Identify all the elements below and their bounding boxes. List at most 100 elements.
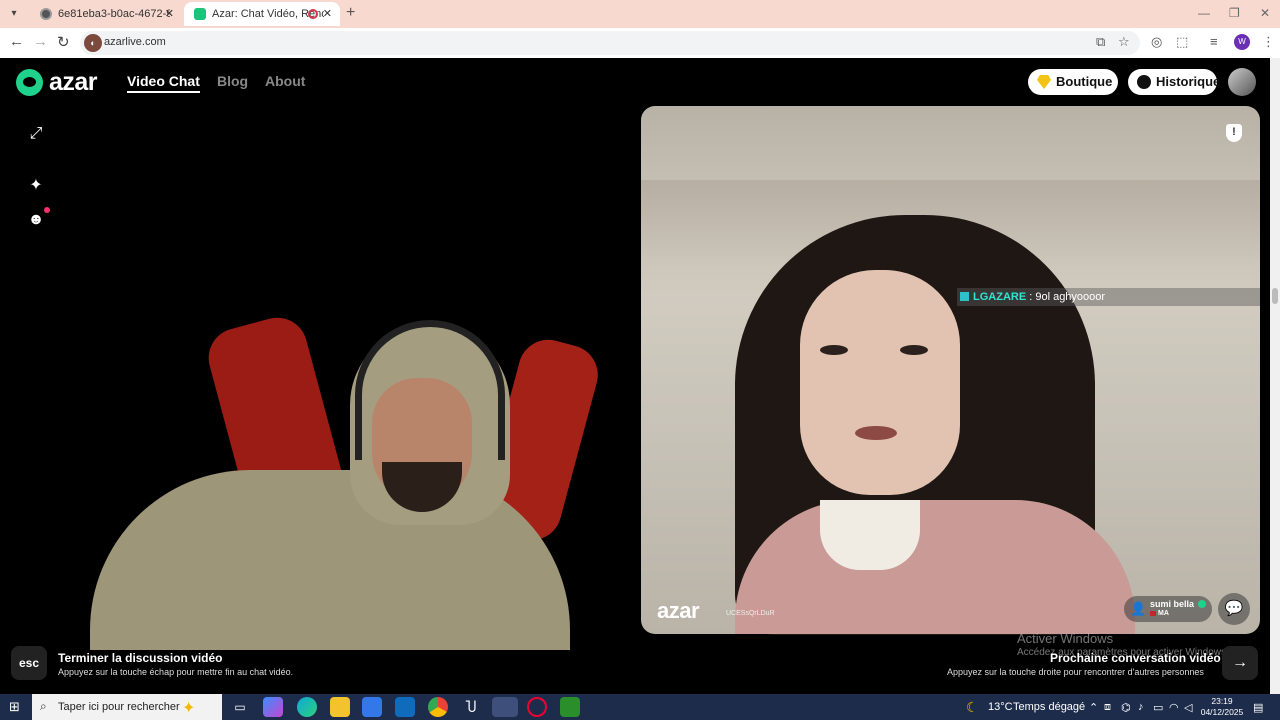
azar-logo-text[interactable]: azar xyxy=(49,68,98,97)
report-shield-icon[interactable]: ! xyxy=(1226,124,1242,142)
partner-video-eye xyxy=(820,345,848,355)
clock-date: 04/12/2025 xyxy=(1200,707,1244,717)
clock-time: 23:19 xyxy=(1211,696,1233,706)
url-text: azarlive.com xyxy=(104,36,166,48)
edge-icon[interactable] xyxy=(297,697,317,717)
notification-dot xyxy=(44,207,50,213)
partner-video-top xyxy=(735,500,1135,634)
tray-chevron-icon[interactable]: ⌃ xyxy=(1089,701,1098,714)
sticker-face-icon[interactable]: ☻ xyxy=(27,211,45,229)
tab-close-icon[interactable]: ✕ xyxy=(323,2,332,26)
chat-bubble-icon[interactable]: 💬 xyxy=(1218,593,1250,625)
recording-icon xyxy=(308,9,318,19)
notifications-icon[interactable]: ▤ xyxy=(1253,701,1263,714)
install-app-icon[interactable]: ⧉ xyxy=(1096,34,1105,50)
clock-icon xyxy=(1137,75,1151,89)
tab-close-icon[interactable]: ✕ xyxy=(165,2,174,26)
microphone-icon[interactable]: ♪ xyxy=(1138,701,1144,713)
chrome-icon[interactable] xyxy=(428,697,448,717)
page-scrollbar[interactable] xyxy=(1270,58,1280,694)
chat-text: : 9ol aghyoooor xyxy=(1026,291,1106,303)
partner-video-mouth xyxy=(855,426,897,440)
nav-about[interactable]: About xyxy=(265,73,305,89)
minimize-icon[interactable]: — xyxy=(1198,6,1210,20)
new-tab-icon[interactable]: + xyxy=(346,4,355,22)
volume-icon[interactable]: ◁ xyxy=(1184,701,1192,714)
azar-favicon-icon xyxy=(194,8,206,20)
tab-favicon-icon xyxy=(40,8,52,20)
sparkle-effects-icon[interactable]: ✦ xyxy=(27,177,45,195)
task-view-icon[interactable]: ▭ xyxy=(230,697,250,717)
chat-message: LGAZARE : 9ol aghyoooor xyxy=(957,288,1260,306)
outlook-icon[interactable] xyxy=(395,697,415,717)
nav-video-chat[interactable]: Video Chat xyxy=(127,73,200,93)
historique-label: Historique xyxy=(1156,74,1221,89)
profile-avatar[interactable]: W xyxy=(1234,34,1250,50)
activate-windows-title: Activer Windows xyxy=(1017,631,1114,646)
translate-badge-icon xyxy=(960,292,969,301)
verified-badge-icon xyxy=(1198,600,1206,608)
expand-icon[interactable]: ⤢ xyxy=(27,125,45,143)
user-avatar[interactable] xyxy=(1228,68,1256,96)
display-icon[interactable]: ▭ xyxy=(1153,701,1163,714)
wifi-icon[interactable]: ◠ xyxy=(1169,701,1179,714)
next-chat-subtitle: Appuyez sur la touche droite pour rencon… xyxy=(947,667,1204,677)
bookmark-star-icon[interactable]: ☆ xyxy=(1118,34,1130,50)
tab-azar[interactable]: Azar: Chat Vidéo, Rencontr ✕ xyxy=(184,2,340,26)
address-bar[interactable]: ◐ azarlive.com ⧉ ☆ xyxy=(80,31,1140,55)
taskbar-clock[interactable]: 23:19 04/12/2025 xyxy=(1200,696,1244,718)
azar-watermark: azar xyxy=(657,598,700,623)
restore-icon[interactable]: ❐ xyxy=(1229,6,1240,20)
app-icon[interactable]: Ⴎ xyxy=(461,697,481,717)
obs-icon[interactable] xyxy=(527,697,547,717)
extensions-icon[interactable]: ⬚ xyxy=(1176,34,1188,50)
close-window-icon[interactable]: ✕ xyxy=(1260,6,1270,20)
end-chat-title: Terminer la discussion vidéo xyxy=(58,651,223,665)
site-info-icon[interactable]: ◐ xyxy=(84,34,102,52)
tab-search-icon[interactable]: ▾ xyxy=(6,6,22,22)
next-arrow-button[interactable]: → xyxy=(1222,646,1258,680)
network-icon[interactable]: ⌬ xyxy=(1121,701,1131,714)
store-icon[interactable] xyxy=(362,697,382,717)
end-chat-subtitle: Appuyez sur la touche échap pour mettre … xyxy=(58,667,294,677)
user-id: UCESsQrLDuR xyxy=(726,610,775,617)
forward-icon[interactable]: → xyxy=(33,33,48,50)
discord-icon[interactable] xyxy=(492,697,518,717)
person-icon: 👤 xyxy=(1130,601,1147,616)
next-chat-title: Prochaine conversation vidéo xyxy=(1050,651,1221,665)
self-video-headset xyxy=(355,320,505,460)
partner-country: MA xyxy=(1158,610,1169,617)
tab-uuid[interactable]: 6e81eba3-b0ac-4672-934d-0c ✕ xyxy=(30,2,182,26)
partner-profile-chip[interactable]: 👤 sumi bella MA xyxy=(1124,596,1212,622)
media-controls-icon[interactable]: ≡ xyxy=(1210,34,1218,49)
weather-temp[interactable]: 13°C xyxy=(988,701,1013,713)
reload-icon[interactable]: ↻ xyxy=(57,33,70,51)
terminal-icon[interactable] xyxy=(560,697,580,717)
nav-blog[interactable]: Blog xyxy=(217,73,248,89)
translate-icon[interactable]: ◎ xyxy=(1151,34,1162,50)
search-highlight-icon: ✦ xyxy=(182,700,196,717)
chat-nickname: LGAZARE xyxy=(973,291,1027,303)
esc-key-button[interactable]: esc xyxy=(11,646,47,680)
menu-dots-icon[interactable]: ⋮ xyxy=(1262,34,1275,50)
historique-button[interactable]: Historique xyxy=(1128,69,1221,95)
back-icon[interactable]: ← xyxy=(9,33,24,50)
windows-taskbar: ⊞ ⌕ Taper ici pour rechercher ✦ ▭ Ⴎ ☾ 13… xyxy=(0,694,1280,720)
windows-start-icon[interactable]: ⊞ xyxy=(9,700,22,713)
scrollbar-thumb[interactable] xyxy=(1272,288,1278,304)
search-icon: ⌕ xyxy=(40,699,47,713)
boutique-label: Boutique xyxy=(1056,74,1113,89)
file-explorer-icon[interactable] xyxy=(330,697,350,717)
weather-desc[interactable]: Temps dégagé xyxy=(1013,701,1085,713)
taskbar-search-text: Taper ici pour rechercher xyxy=(58,701,180,713)
azar-logo-icon[interactable] xyxy=(16,69,43,96)
boutique-button[interactable]: Boutique xyxy=(1028,69,1118,95)
moon-weather-icon: ☾ xyxy=(966,699,979,715)
partner-video-eye xyxy=(900,345,928,355)
partner-name: sumi bella xyxy=(1150,599,1195,609)
tray-app-icon[interactable]: ⧈ xyxy=(1104,701,1111,714)
taskbar-search[interactable]: ⌕ Taper ici pour rechercher ✦ xyxy=(32,694,222,720)
partner-video-face xyxy=(800,270,960,495)
copilot-icon[interactable] xyxy=(263,697,283,717)
gem-icon xyxy=(1037,75,1051,89)
